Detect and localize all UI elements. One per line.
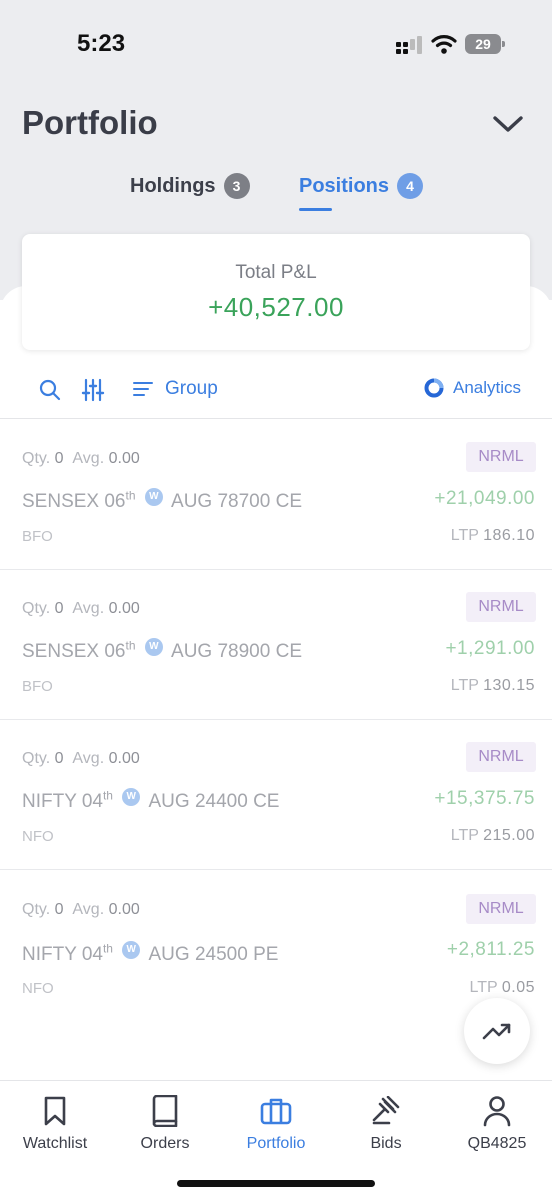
chevron-down-button[interactable]	[488, 106, 528, 142]
position-ltp: LTP 215.00	[450, 827, 535, 844]
sliders-icon	[81, 378, 105, 402]
product-type-badge: NRML	[466, 442, 536, 472]
weekly-expiry-badge: W	[144, 638, 163, 656]
position-exchange: BFO	[22, 528, 53, 545]
product-type-badge: NRML	[466, 592, 536, 622]
battery-cap	[502, 41, 505, 47]
position-instrument: SENSEX 06th W AUG 78700 CE	[22, 488, 302, 512]
position-pnl: +21,049.00	[434, 488, 535, 509]
nav-watchlist-label: Watchlist	[22, 1135, 88, 1152]
tab-holdings[interactable]: Holdings 3	[130, 160, 250, 212]
portfolio-tabs: Holdings 3 Positions 4	[0, 160, 552, 216]
position-exchange: BFO	[22, 678, 53, 695]
position-instrument: NIFTY 04th W AUG 24400 CE	[22, 788, 280, 812]
user-icon	[483, 1096, 511, 1127]
nav-portfolio-label: Portfolio	[246, 1135, 306, 1152]
bookmark-icon	[44, 1096, 66, 1126]
nav-bids[interactable]: Bids	[331, 1093, 441, 1153]
list-icon	[133, 382, 153, 396]
position-pnl: +2,811.25	[446, 939, 535, 960]
wifi-icon	[431, 35, 457, 54]
weekly-expiry-badge: W	[144, 488, 163, 506]
nav-watchlist[interactable]: Watchlist	[0, 1093, 110, 1153]
cellular-signal-icon	[396, 36, 422, 54]
page-title: Portfolio	[22, 104, 158, 141]
position-row[interactable]: Qty. 0 Avg. 0.00 NRML SENSEX 06th W AUG …	[0, 570, 552, 720]
position-pnl: +15,375.75	[434, 788, 535, 809]
total-pnl-value: +40,527.00	[208, 292, 344, 322]
position-row[interactable]: Qty. 0 Avg. 0.00 NRML NIFTY 04th W AUG 2…	[0, 720, 552, 870]
position-qty-avg: Qty. 0 Avg. 0.00	[22, 750, 140, 767]
position-qty-avg: Qty. 0 Avg. 0.00	[22, 450, 140, 467]
book-icon	[152, 1095, 178, 1127]
nav-portfolio[interactable]: Portfolio	[221, 1093, 331, 1153]
nav-profile-label: QB4825	[467, 1135, 527, 1152]
nav-orders-label: Orders	[140, 1135, 190, 1152]
status-time: 5:23	[77, 30, 126, 57]
tab-holdings-label: Holdings	[130, 174, 216, 197]
status-bar: 5:23 29	[0, 0, 552, 90]
position-exchange: NFO	[22, 980, 54, 997]
position-ltp: LTP 186.10	[450, 527, 535, 544]
battery-icon: 29	[465, 34, 505, 54]
toolbar-divider	[0, 418, 552, 419]
position-ltp: LTP 0.05	[469, 979, 535, 996]
position-row[interactable]: Qty. 0 Avg. 0.00 NRML SENSEX 06th W AUG …	[0, 420, 552, 570]
position-instrument: NIFTY 04th W AUG 24500 PE	[22, 941, 279, 965]
position-qty-avg: Qty. 0 Avg. 0.00	[22, 901, 140, 918]
weekly-expiry-badge: W	[122, 788, 141, 806]
battery-level: 29	[465, 34, 501, 54]
nav-orders[interactable]: Orders	[110, 1093, 220, 1153]
positions-toolbar: Group Analytics	[0, 366, 552, 418]
tab-positions-label: Positions	[299, 174, 390, 197]
position-instrument: SENSEX 06th W AUG 78900 CE	[22, 638, 302, 662]
nav-bids-label: Bids	[370, 1135, 402, 1152]
analytics-icon	[424, 378, 444, 398]
position-qty-avg: Qty. 0 Avg. 0.00	[22, 600, 140, 617]
tab-holdings-count: 3	[223, 173, 250, 199]
position-exchange: NFO	[22, 828, 54, 845]
briefcase-icon	[260, 1098, 292, 1125]
analytics-button[interactable]: Analytics	[424, 378, 521, 398]
group-button[interactable]: Group	[133, 378, 218, 400]
trend-chart-button[interactable]	[464, 998, 530, 1064]
product-type-badge: NRML	[466, 894, 536, 924]
gavel-icon	[372, 1096, 400, 1125]
chevron-down-icon	[493, 116, 523, 132]
total-pnl-label: Total P&L	[235, 262, 317, 283]
trending-up-icon	[482, 1023, 511, 1040]
position-ltp: LTP 130.15	[450, 677, 535, 694]
search-icon	[39, 379, 61, 401]
position-pnl: +1,291.00	[445, 638, 535, 659]
search-button[interactable]	[38, 378, 62, 402]
position-row[interactable]: Qty. 0 Avg. 0.00 NRML NIFTY 04th W AUG 2…	[0, 870, 552, 1020]
nav-profile[interactable]: QB4825	[442, 1093, 552, 1153]
home-indicator	[177, 1180, 375, 1187]
weekly-expiry-badge: W	[122, 941, 141, 959]
product-type-badge: NRML	[466, 742, 536, 772]
group-label: Group	[165, 378, 218, 399]
tab-positions[interactable]: Positions 4	[299, 160, 424, 212]
tab-positions-count: 4	[397, 173, 424, 199]
total-pnl-card: Total P&L +40,527.00	[22, 234, 530, 350]
active-tab-indicator	[299, 208, 332, 211]
analytics-label: Analytics	[453, 378, 522, 397]
filter-button[interactable]	[81, 378, 105, 402]
